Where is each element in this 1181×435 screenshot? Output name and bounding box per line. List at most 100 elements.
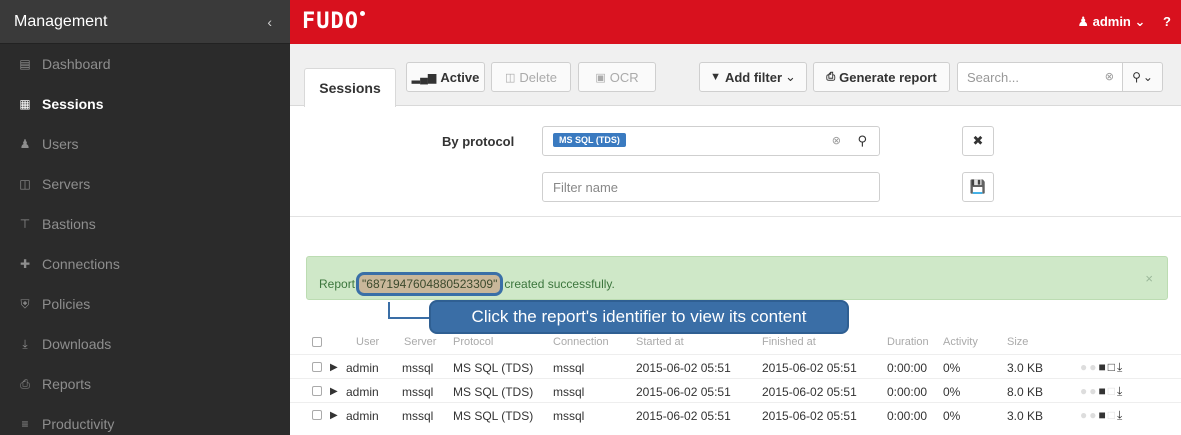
save-icon: 💾 bbox=[969, 179, 987, 194]
chevron-down-icon: ⌄ bbox=[785, 69, 796, 84]
sidebar-header: Management ‹ bbox=[0, 0, 290, 44]
film-icon: ▦ bbox=[19, 97, 31, 111]
bastion-icon: ⊤ bbox=[19, 217, 31, 231]
col-duration[interactable]: Duration bbox=[887, 336, 929, 348]
sidebar-item-label: Sessions bbox=[42, 96, 104, 112]
table-row[interactable]: ▶ admin mssql MS SQL (TDS) mssql 2015-06… bbox=[290, 354, 1181, 378]
sidebar-item-label: Dashboard bbox=[42, 56, 111, 72]
table-row[interactable]: ▶ admin mssql MS SQL (TDS) mssql 2015-06… bbox=[290, 402, 1181, 426]
sidebar-item-users[interactable]: ♟ Users bbox=[0, 124, 290, 164]
col-connection[interactable]: Connection bbox=[553, 336, 609, 348]
save-filter-button[interactable]: 💾 bbox=[962, 172, 994, 202]
sidebar: Management ‹ ▤ Dashboard ▦ Sessions ♟ Us… bbox=[0, 0, 290, 435]
export-icon: □ bbox=[1107, 384, 1117, 398]
comment-icon: ● bbox=[1080, 408, 1090, 422]
search-input[interactable]: Search... ⊗ bbox=[957, 62, 1123, 92]
table-row[interactable]: ▶ admin mssql MS SQL (TDS) mssql 2015-06… bbox=[290, 378, 1181, 402]
chevron-left-icon[interactable]: ‹ bbox=[267, 14, 272, 30]
chevron-down-icon: ⌄ bbox=[1142, 70, 1153, 84]
close-icon[interactable]: × bbox=[1145, 271, 1153, 286]
filter-name-input[interactable]: Filter name bbox=[542, 172, 880, 202]
filter-label: By protocol bbox=[442, 134, 515, 149]
help-icon[interactable]: ? bbox=[1163, 14, 1171, 29]
expand-icon[interactable]: ▶ bbox=[330, 410, 338, 421]
sidebar-item-label: Bastions bbox=[42, 216, 96, 232]
user-name: admin bbox=[1092, 14, 1131, 29]
close-icon: ✖ bbox=[972, 133, 984, 148]
folder-open-icon[interactable]: ■ bbox=[1099, 360, 1108, 374]
ocr-button[interactable]: ▣ OCR bbox=[578, 62, 656, 92]
link-icon: ● bbox=[1089, 360, 1099, 374]
add-filter-button[interactable]: ▼ Add filter ⌄ bbox=[699, 62, 807, 92]
protocol-tag[interactable]: MS SQL (TDS) bbox=[553, 133, 626, 147]
sidebar-item-connections[interactable]: ✚ Connections bbox=[0, 244, 290, 284]
sidebar-item-label: Users bbox=[42, 136, 79, 152]
sidebar-item-downloads[interactable]: ⤓ Downloads bbox=[0, 324, 290, 364]
download-icon[interactable]: ⤓ bbox=[1117, 384, 1124, 398]
delete-button[interactable]: ◫ Delete bbox=[491, 62, 571, 92]
folder-open-icon[interactable]: ■ bbox=[1099, 408, 1108, 422]
clear-icon[interactable]: ⊗ bbox=[1105, 70, 1114, 83]
remove-filter-button[interactable]: ✖ bbox=[962, 126, 994, 156]
expand-icon[interactable]: ▶ bbox=[330, 362, 338, 373]
col-server[interactable]: Server bbox=[404, 336, 436, 348]
search-button[interactable]: ⚲ ⌄ bbox=[1123, 62, 1163, 92]
export-icon: □ bbox=[1107, 408, 1117, 422]
row-actions: ●●■□⤓ bbox=[1080, 408, 1124, 423]
expand-icon[interactable]: ▶ bbox=[330, 386, 338, 397]
sidebar-item-sessions[interactable]: ▦ Sessions bbox=[0, 84, 290, 124]
download-icon[interactable]: ⤓ bbox=[1117, 360, 1124, 374]
col-started-at[interactable]: Started at bbox=[636, 336, 684, 348]
fudo-logo[interactable]: FUDO bbox=[302, 9, 365, 34]
search-icon: ⚲ bbox=[1132, 70, 1141, 84]
server-icon: ◫ bbox=[19, 177, 31, 191]
connections-icon: ✚ bbox=[19, 257, 31, 271]
link-icon: ● bbox=[1089, 384, 1099, 398]
sidebar-item-dashboard[interactable]: ▤ Dashboard bbox=[0, 44, 290, 84]
col-activity[interactable]: Activity bbox=[943, 336, 978, 348]
tooltip: Click the report's identifier to view it… bbox=[429, 300, 849, 334]
sidebar-item-servers[interactable]: ◫ Servers bbox=[0, 164, 290, 204]
shield-icon: ⛨ bbox=[20, 296, 30, 311]
row-checkbox[interactable] bbox=[312, 410, 322, 420]
print-icon: ⎙ bbox=[826, 70, 836, 83]
comment-icon: ● bbox=[1080, 384, 1090, 398]
print-icon: ⎙ bbox=[20, 376, 30, 391]
row-actions: ●●■□⤓ bbox=[1080, 384, 1124, 399]
sidebar-item-reports[interactable]: ⎙ Reports bbox=[0, 364, 290, 404]
list-icon: ≡ bbox=[21, 417, 29, 431]
folder-open-icon[interactable]: ■ bbox=[1099, 384, 1108, 398]
user-icon: ♟ bbox=[1077, 14, 1089, 29]
link-icon: ● bbox=[1089, 408, 1099, 422]
sidebar-item-productivity[interactable]: ≡ Productivity bbox=[0, 404, 290, 435]
top-bar: FUDO ♟ admin ⌄ ? bbox=[290, 0, 1181, 44]
comment-icon: ● bbox=[1080, 360, 1090, 374]
generate-report-button[interactable]: ⎙ Generate report bbox=[813, 62, 950, 92]
col-size[interactable]: Size bbox=[1007, 336, 1028, 348]
dashboard-icon: ▤ bbox=[19, 57, 31, 71]
export-icon[interactable]: □ bbox=[1108, 360, 1117, 374]
sidebar-item-label: Productivity bbox=[42, 416, 115, 432]
sidebar-item-bastions[interactable]: ⊤ Bastions bbox=[0, 204, 290, 244]
col-user[interactable]: User bbox=[356, 336, 379, 348]
user-menu[interactable]: ♟ admin ⌄ ? bbox=[1077, 14, 1171, 30]
row-checkbox[interactable] bbox=[312, 386, 322, 396]
sidebar-item-label: Servers bbox=[42, 176, 91, 192]
filter-icon: ▼ bbox=[710, 71, 721, 83]
trash-icon: ◫ bbox=[505, 71, 516, 84]
protocol-filter-input[interactable]: MS SQL (TDS) ⊗ ⚲ bbox=[542, 126, 880, 156]
col-protocol[interactable]: Protocol bbox=[453, 336, 493, 348]
image-icon: ▣ bbox=[595, 71, 606, 84]
sidebar-item-label: Policies bbox=[42, 296, 91, 312]
row-checkbox[interactable] bbox=[312, 362, 322, 372]
zoom-icon[interactable]: ⚲ bbox=[857, 133, 867, 149]
chevron-down-icon: ⌄ bbox=[1134, 14, 1146, 29]
col-finished-at[interactable]: Finished at bbox=[762, 336, 816, 348]
users-icon: ♟ bbox=[19, 137, 31, 151]
download-icon[interactable]: ⤓ bbox=[1117, 408, 1124, 422]
sidebar-item-label: Connections bbox=[42, 256, 120, 272]
sidebar-item-policies[interactable]: ⛨ Policies bbox=[0, 284, 290, 324]
clear-icon[interactable]: ⊗ bbox=[832, 134, 841, 147]
row-actions: ●●■□⤓ bbox=[1080, 360, 1124, 375]
select-all-checkbox[interactable] bbox=[312, 337, 322, 347]
